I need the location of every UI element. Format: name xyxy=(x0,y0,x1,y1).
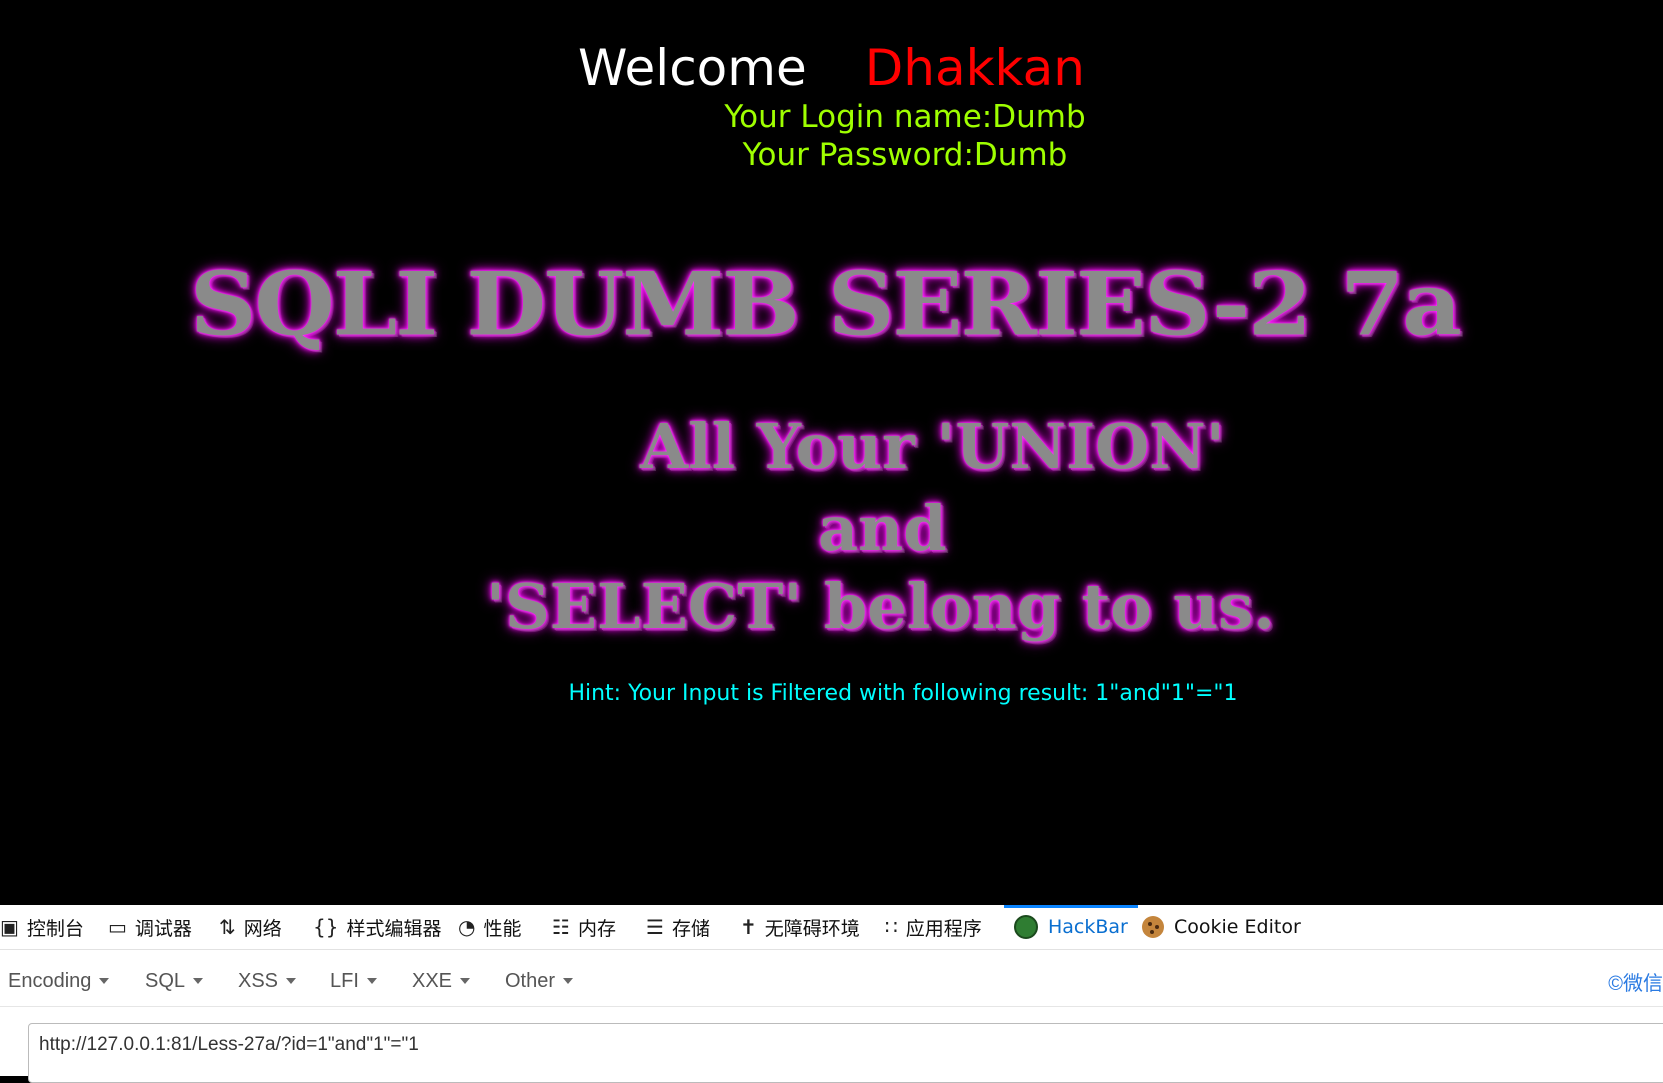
console-icon: ▣ xyxy=(0,915,19,939)
storage-icon: ☰ xyxy=(646,915,664,939)
sql-menu[interactable]: SQL xyxy=(145,956,204,1006)
password-text: Your Password:Dumb xyxy=(742,137,1068,173)
chevron-down-icon xyxy=(99,978,110,984)
devtools-panel: ▣ 控制台 ▭ 调试器 ⇅ 网络 {} 样式编辑器 ◔ 性能 ☷ 内存 ☰ 存储… xyxy=(0,905,1663,1083)
username-text: Dhakkan xyxy=(864,39,1085,97)
tab-performance[interactable]: ◔ 性能 xyxy=(458,905,521,949)
tab-label: 调试器 xyxy=(134,917,192,940)
tab-memory[interactable]: ☷ 内存 xyxy=(552,905,616,949)
chevron-down-icon xyxy=(286,978,297,984)
tab-label: 存储 xyxy=(671,917,710,940)
style-editor-icon: {} xyxy=(313,915,339,939)
url-input[interactable]: http://127.0.0.1:81/Less-27a/?id=1"and"1… xyxy=(28,1023,1663,1083)
menu-label: SQL xyxy=(145,969,186,992)
banner-line-1: All Your 'UNION' xyxy=(640,410,1225,483)
tab-hackbar[interactable]: HackBar xyxy=(1004,905,1138,949)
page-content: Welcome Dhakkan Your Login name:Dumb Your… xyxy=(0,0,1663,905)
devtools-tabbar: ▣ 控制台 ▭ 调试器 ⇅ 网络 {} 样式编辑器 ◔ 性能 ☷ 内存 ☰ 存储… xyxy=(0,905,1663,950)
menu-label: LFI xyxy=(330,969,359,992)
lfi-menu[interactable]: LFI xyxy=(330,956,377,1006)
tab-label: 无障碍环境 xyxy=(764,917,860,940)
chevron-down-icon xyxy=(366,978,377,984)
encoding-menu[interactable]: Encoding xyxy=(8,956,110,1006)
debugger-icon: ▭ xyxy=(108,915,127,939)
tab-debugger[interactable]: ▭ 调试器 xyxy=(108,905,192,949)
watermark-text: ©微信 xyxy=(1608,972,1663,995)
application-icon: ∷ xyxy=(885,915,898,939)
tab-label: 应用程序 xyxy=(905,917,982,940)
menu-label: Other xyxy=(505,969,556,992)
chevron-down-icon xyxy=(460,978,471,984)
hint-text: Hint: Your Input is Filtered with follow… xyxy=(568,681,1238,706)
tab-label: 控制台 xyxy=(26,917,84,940)
welcome-line: Welcome Dhakkan xyxy=(0,38,1663,98)
cookie-icon xyxy=(1142,916,1164,938)
xxe-menu[interactable]: XXE xyxy=(412,956,471,1006)
hackbar-icon xyxy=(1014,915,1038,939)
login-name-text: Your Login name:Dumb xyxy=(724,99,1086,135)
tab-network[interactable]: ⇅ 网络 xyxy=(219,905,282,949)
menu-label: XSS xyxy=(238,969,279,992)
menu-label: XXE xyxy=(412,969,453,992)
chevron-down-icon xyxy=(193,978,204,984)
network-icon: ⇅ xyxy=(219,915,236,939)
menu-label: Encoding xyxy=(8,969,92,992)
tab-label: 内存 xyxy=(577,917,616,940)
tab-accessibility[interactable]: ✝ 无障碍环境 xyxy=(740,905,860,949)
tab-label: 网络 xyxy=(243,917,282,940)
performance-icon: ◔ xyxy=(458,915,476,939)
chevron-down-icon xyxy=(563,978,574,984)
tab-label: 性能 xyxy=(483,917,522,940)
tab-label: Cookie Editor xyxy=(1174,916,1301,938)
memory-icon: ☷ xyxy=(552,915,570,939)
welcome-text: Welcome xyxy=(578,39,807,97)
xss-menu[interactable]: XSS xyxy=(238,956,297,1006)
tab-console[interactable]: ▣ 控制台 xyxy=(0,905,84,949)
tab-label: 样式编辑器 xyxy=(346,917,442,940)
tab-storage[interactable]: ☰ 存储 xyxy=(646,905,710,949)
tab-application[interactable]: ∷ 应用程序 xyxy=(885,905,982,949)
tab-cookie-editor[interactable]: Cookie Editor xyxy=(1142,905,1301,949)
accessibility-icon: ✝ xyxy=(740,915,757,939)
tab-label: HackBar xyxy=(1048,916,1128,938)
tab-style-editor[interactable]: {} 样式编辑器 xyxy=(313,905,441,949)
hackbar-toolbar: Encoding SQL XSS LFI XXE Other ©微信 xyxy=(0,956,1663,1007)
banner-line-3: 'SELECT' belong to us. xyxy=(486,570,1275,643)
banner-title: SQLI DUMB SERIES-2 7a xyxy=(190,252,1462,356)
other-menu[interactable]: Other xyxy=(505,956,574,1006)
banner-line-2: and xyxy=(818,492,947,565)
